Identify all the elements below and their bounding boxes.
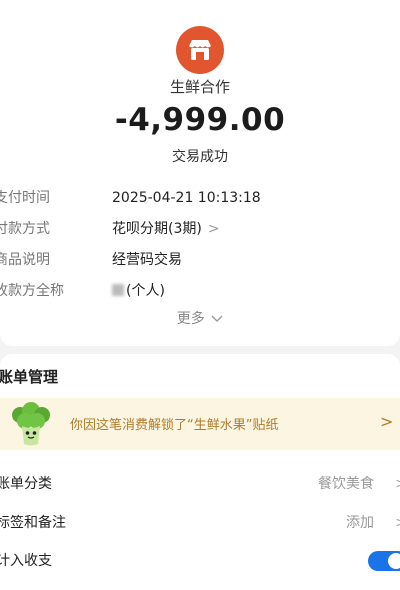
broccoli-icon [12,402,50,446]
sticker-promo-banner[interactable]: 你因这笔消费解锁了“生鲜水果”贴纸 > [0,398,400,450]
detail-value: 2025-04-21 10:13:18 [112,190,261,206]
chevron-down-icon [211,315,223,322]
row-label: 账单分类 [0,476,52,492]
detail-row-payment-method[interactable]: 付款方式 花呗分期(3期) > [0,217,400,241]
redacted-name [112,284,124,296]
chevron-right-icon: > [380,412,394,431]
payment-method-value: 花呗分期(3期) [112,221,202,237]
chevron-right-icon: > [395,472,400,496]
chevron-right-icon: > [207,221,220,237]
detail-label: 支付时间 [0,190,50,206]
row-label: 计入收支 [0,553,52,569]
more-label: 更多 [176,311,205,327]
detail-row-payee: 收款方全称 (个人) [0,279,400,303]
merchant-name[interactable]: 生鲜合作 [0,76,400,97]
detail-row-description: 商品说明 经营码交易 [0,248,400,272]
tags-notes-row[interactable]: 标签和备注 添加 > [0,511,400,535]
transaction-status: 交易成功 [172,149,228,165]
detail-label: 商品说明 [0,252,50,268]
bill-category-row[interactable]: 账单分类 餐饮美食 > [0,472,400,496]
transaction-amount: -4,999.00 [114,102,286,138]
chevron-right-icon: > [395,511,400,535]
promo-text: 你因这笔消费解锁了“生鲜水果”贴纸 [70,418,279,433]
store-icon [176,26,224,74]
section-title: 账单管理 [0,368,59,386]
detail-value: 经营码交易 [112,252,182,268]
add-tag-value: 添加 [346,515,374,531]
toggle-knob [388,553,400,569]
include-in-stats-toggle[interactable] [368,551,400,571]
detail-label: 付款方式 [0,221,50,237]
detail-label: 收款方全称 [0,283,64,299]
bill-category-value: 餐饮美食 [318,476,374,492]
more-button[interactable]: 更多 [0,308,400,328]
include-in-stats-row: 计入收支 [0,549,400,573]
detail-row-payment-time: 支付时间 2025-04-21 10:13:18 [0,186,400,210]
payee-value: (个人) [126,283,165,299]
row-label: 标签和备注 [0,515,66,531]
